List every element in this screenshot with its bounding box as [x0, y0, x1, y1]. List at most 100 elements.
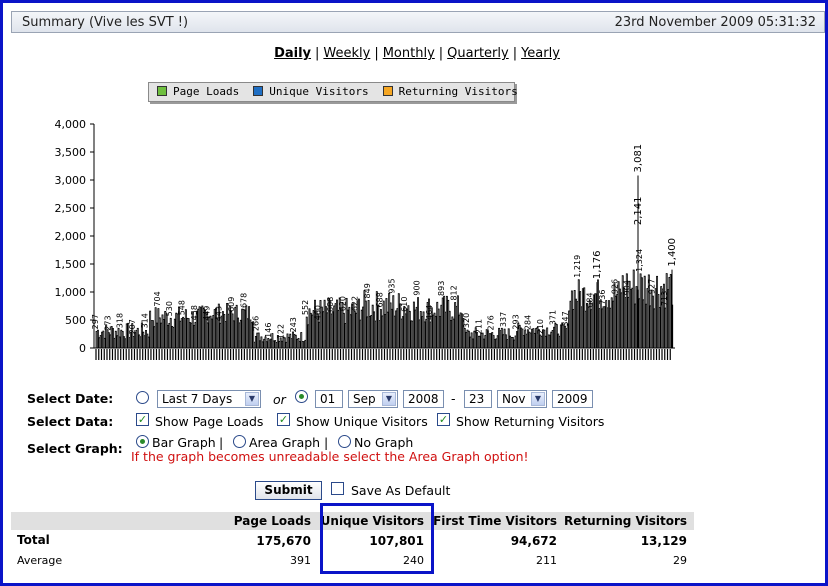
chart-bar — [599, 299, 602, 349]
chart-bar — [520, 327, 523, 349]
legend-unique-visitors: Unique Visitors — [253, 83, 369, 101]
chart-bar — [172, 326, 175, 349]
chart-bar — [362, 306, 365, 349]
bar-data-label: 893 — [437, 281, 446, 296]
chart-bar — [168, 322, 171, 349]
custom-range-radio[interactable] — [295, 390, 308, 403]
chart-bar — [643, 275, 646, 349]
from-year-field[interactable]: 2008 — [403, 390, 444, 408]
y-tick-label: 3,000 — [55, 174, 87, 187]
chart-bar — [558, 335, 561, 349]
chart-bar — [274, 340, 277, 349]
chart-bar — [331, 311, 334, 349]
chart-legend: Page Loads Unique Visitors Returning Visit… — [148, 82, 518, 102]
chart-bar — [610, 297, 613, 349]
chart-bar — [292, 331, 294, 349]
period-quarterly-link[interactable]: Quarterly — [447, 46, 509, 61]
chart-bar — [198, 306, 201, 349]
chart-bar — [151, 320, 154, 349]
chart-bar — [481, 332, 484, 349]
chart-bar — [624, 297, 627, 349]
submit-button[interactable]: Submit — [255, 481, 322, 500]
chart-bar — [529, 332, 532, 349]
chart-bar — [349, 314, 352, 349]
show-returning-visitors-checkbox[interactable]: ✓ — [437, 413, 450, 426]
from-month-select[interactable]: Sep ▼ — [348, 390, 398, 408]
preset-range-select[interactable]: Last 7 Days ▼ — [157, 390, 261, 408]
chart-bar — [150, 320, 153, 349]
chart-bar — [290, 338, 293, 349]
to-year-field[interactable]: 2009 — [552, 390, 593, 408]
save-as-default-checkbox[interactable] — [331, 482, 344, 495]
chart-bar — [608, 300, 610, 349]
period-nav: Daily | Weekly | Monthly | Quarterly | Yearly — [274, 46, 560, 61]
chart-bar — [414, 309, 417, 349]
peak-data-label: 3,081 — [633, 144, 644, 173]
bar-data-label: 337 — [499, 312, 508, 327]
period-yearly-link[interactable]: Yearly — [521, 46, 560, 61]
chart-bar — [253, 341, 256, 349]
chart-bar — [120, 329, 123, 349]
chart-bar — [586, 302, 588, 349]
to-month-select[interactable]: Nov ▼ — [497, 390, 547, 408]
chart-bar — [569, 300, 572, 349]
chart-bar — [193, 325, 196, 349]
chart-bar — [257, 332, 260, 349]
chart-bar — [344, 323, 347, 349]
bar-data-label: 146 — [264, 323, 273, 338]
bar-data-label: 293 — [511, 314, 520, 329]
total-row-label: Total — [17, 533, 50, 547]
chart-bar — [121, 331, 124, 349]
chart-bar — [499, 330, 502, 349]
chart-bar — [157, 308, 160, 349]
chart-bar — [194, 321, 197, 349]
chart-bar — [162, 319, 165, 349]
bar-data-label: 610 — [400, 297, 409, 312]
chart-bar — [156, 322, 158, 349]
chart-bar — [553, 326, 555, 349]
chart-bar — [243, 309, 246, 349]
chart-bar — [634, 303, 637, 349]
show-unique-visitors-checkbox[interactable]: ✓ — [277, 413, 290, 426]
chart-bar — [565, 328, 568, 349]
bar-data-label: 297 — [91, 314, 100, 329]
chart-bar — [305, 316, 308, 349]
period-daily-link[interactable]: Daily — [274, 46, 311, 61]
chart-bar — [533, 332, 536, 349]
chart-bar — [101, 331, 103, 349]
chart-bar — [360, 309, 363, 349]
area-graph-radio[interactable] — [233, 435, 246, 448]
chart-bar — [630, 289, 632, 349]
preset-range-radio[interactable] — [136, 391, 149, 404]
no-graph-radio[interactable] — [338, 435, 351, 448]
chart-bar — [116, 335, 119, 349]
chart-bar — [190, 322, 193, 349]
peak-data-label: 1,176 — [592, 251, 603, 280]
chart-bar — [263, 338, 266, 349]
chart-bar — [451, 316, 454, 349]
chart-bar — [548, 334, 551, 349]
chart-bar — [467, 330, 470, 349]
chart-bar — [147, 336, 150, 349]
chart-bar — [546, 327, 549, 349]
chart-bar — [224, 321, 227, 349]
bar-graph-radio[interactable] — [136, 435, 149, 448]
chart-bar — [587, 307, 590, 349]
chart-bar — [439, 315, 441, 349]
period-weekly-link[interactable]: Weekly — [323, 46, 370, 61]
chart-bar — [539, 334, 542, 349]
show-page-loads-checkbox[interactable]: ✓ — [136, 413, 149, 426]
from-day-field[interactable]: 01 — [315, 390, 343, 408]
chart-bar — [278, 341, 281, 349]
chart-bar — [550, 331, 553, 349]
chart-bar — [658, 307, 661, 349]
total-returning-visitors: 13,129 — [640, 534, 687, 548]
chart-bar — [487, 330, 490, 349]
header-date: 23rd November 2009 05:31:32 — [614, 15, 816, 30]
to-day-field[interactable]: 23 — [464, 390, 492, 408]
visitors-bar-chart: 05001,0001,5002,0002,5003,0003,5004,000 … — [55, 118, 678, 360]
bar-data-label: 552 — [301, 300, 310, 315]
chart-bar — [381, 315, 384, 349]
period-monthly-link[interactable]: Monthly — [383, 46, 435, 61]
chart-bar — [450, 319, 452, 349]
